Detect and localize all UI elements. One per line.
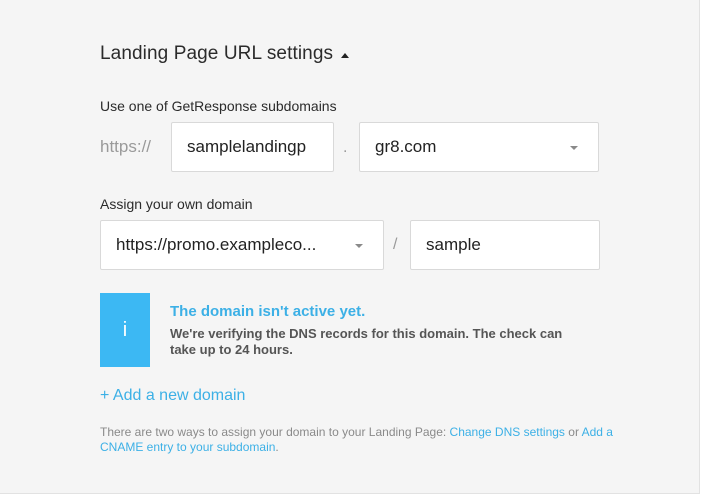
info-text: We're verifying the DNS records for this… [170, 326, 563, 357]
url-settings-panel: Landing Page URL settings Use one of Get… [0, 0, 700, 494]
chevron-down-icon [570, 146, 578, 150]
subdomain-label: Use one of GetResponse subdomains [100, 98, 337, 114]
note-text-after: . [275, 440, 279, 454]
help-note: There are two ways to assign your domain… [100, 425, 620, 455]
change-dns-link[interactable]: Change DNS settings [450, 425, 565, 439]
note-text-before: There are two ways to assign your domain… [100, 425, 450, 439]
own-domain-value: https://promo.exampleco... [116, 235, 317, 254]
chevron-down-icon [355, 244, 363, 248]
own-domain-label: Assign your own domain [100, 196, 253, 212]
subdomain-input[interactable] [187, 137, 333, 157]
add-domain-link[interactable]: + Add a new domain [100, 387, 245, 405]
dot-separator: . [343, 139, 348, 156]
own-domain-select[interactable]: https://promo.exampleco... [100, 220, 384, 270]
caret-up-icon [341, 52, 350, 58]
protocol-prefix: https:// [100, 137, 152, 156]
section-toggle[interactable]: Landing Page URL settings [100, 43, 350, 65]
subdomain-domain-select[interactable]: gr8.com [359, 122, 599, 172]
info-title: The domain isn't active yet. [170, 303, 366, 320]
slash-separator: / [393, 236, 398, 253]
subdomain-input-wrapper [171, 122, 334, 172]
section-title: Landing Page URL settings [100, 43, 334, 64]
note-text-middle: or [564, 425, 582, 439]
subdomain-domain-value: gr8.com [375, 137, 437, 156]
info-icon: i [100, 293, 150, 367]
path-input-wrapper [410, 220, 600, 270]
path-input[interactable] [426, 235, 599, 255]
